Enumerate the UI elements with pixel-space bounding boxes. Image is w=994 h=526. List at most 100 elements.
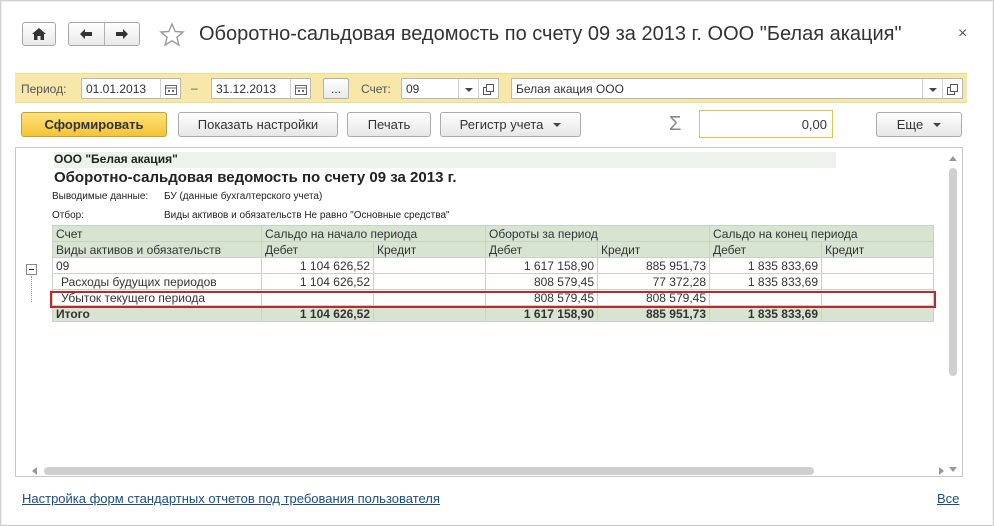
- table-row[interactable]: 09 1 104 626,52 1 617 158,90 885 951,73 …: [52, 257, 934, 274]
- opening-debit: 1 104 626,52: [261, 257, 374, 274]
- total-opening-credit: [373, 305, 486, 322]
- total-opening-debit: 1 104 626,52: [261, 305, 374, 322]
- header-credit: Кредит: [373, 241, 486, 258]
- open-icon[interactable]: [942, 79, 962, 98]
- date-to-field[interactable]: 31.12.2013: [211, 78, 311, 99]
- report-organization: ООО "Белая акация": [54, 152, 178, 166]
- row-name: 09: [52, 257, 262, 274]
- open-icon[interactable]: [478, 79, 498, 98]
- closing-credit: [821, 289, 934, 306]
- scroll-thumb[interactable]: [949, 168, 957, 376]
- filter-label: Отбор:: [52, 210, 84, 221]
- header-credit: Кредит: [821, 241, 934, 258]
- more-button[interactable]: Еще: [876, 112, 962, 137]
- print-button[interactable]: Печать: [347, 112, 431, 137]
- all-link[interactable]: Все: [937, 491, 959, 506]
- scroll-thumb[interactable]: [44, 467, 814, 475]
- vertical-scrollbar[interactable]: [948, 154, 958, 474]
- collapse-icon[interactable]: [26, 264, 37, 275]
- period-select-button[interactable]: ...: [323, 78, 349, 99]
- subheader-row: Виды активов и обязательств Дебет Кредит…: [52, 241, 934, 258]
- scroll-right-icon[interactable]: [939, 467, 944, 475]
- opening-credit: [373, 273, 486, 290]
- header-account: Счет: [52, 225, 262, 242]
- total-turnover-credit: 885 951,73: [597, 305, 710, 322]
- total-closing-credit: [821, 305, 934, 322]
- dropdown-arrow-icon[interactable]: [922, 79, 942, 98]
- period-bar: Период: 01.01.2013 – 31.12.2013 ... Счет…: [15, 73, 967, 103]
- star-icon[interactable]: [159, 22, 185, 48]
- closing-credit: [821, 273, 934, 290]
- total-name: Итого: [52, 305, 262, 322]
- window-header: Оборотно-сальдовая ведомость по счету 09…: [1, 1, 994, 65]
- period-label: Период:: [21, 82, 67, 96]
- scroll-up-icon[interactable]: [949, 156, 957, 161]
- period-dash: –: [191, 81, 198, 95]
- report-area[interactable]: ООО "Белая акация" Оборотно-сальдовая ве…: [15, 147, 963, 477]
- close-icon[interactable]: ×: [958, 25, 967, 43]
- register-button[interactable]: Регистр учета: [440, 112, 581, 137]
- turnover-debit: 808 579,45: [485, 289, 598, 306]
- dropdown-arrow-icon: [553, 122, 562, 127]
- more-label: Еще: [896, 117, 924, 132]
- report-window: Оборотно-сальдовая ведомость по счету 09…: [0, 0, 994, 526]
- closing-debit: 1 835 833,69: [709, 273, 822, 290]
- table-row[interactable]: Расходы будущих периодов 1 104 626,52 80…: [52, 273, 934, 290]
- total-turnover-debit: 1 617 158,90: [485, 305, 598, 322]
- calendar-icon[interactable]: [290, 79, 310, 98]
- history-nav: [68, 22, 140, 46]
- forward-button[interactable]: [105, 23, 140, 45]
- generate-button[interactable]: Сформировать: [21, 112, 167, 137]
- organization-value: Белая акация ООО: [516, 82, 624, 96]
- dropdown-arrow-icon[interactable]: [458, 79, 478, 98]
- calendar-icon[interactable]: [160, 79, 180, 98]
- organization-field[interactable]: Белая акация ООО: [511, 78, 963, 99]
- back-button[interactable]: [69, 23, 104, 45]
- arrow-right-icon: [115, 29, 128, 39]
- header-opening: Сальдо на начало периода: [261, 225, 486, 242]
- header-row: Счет Сальдо на начало периода Обороты за…: [52, 225, 934, 242]
- sum-field[interactable]: 0,00: [699, 110, 833, 138]
- sigma-icon: Σ: [669, 113, 682, 135]
- header-subaccount: Виды активов и обязательств: [52, 241, 262, 258]
- output-label: Выводимые данные:: [52, 191, 149, 202]
- register-label: Регистр учета: [459, 117, 544, 132]
- header-credit: Кредит: [597, 241, 710, 258]
- page-title: Оборотно-сальдовая ведомость по счету 09…: [199, 23, 902, 45]
- table-row[interactable]: Убыток текущего периода 808 579,45 808 5…: [52, 289, 934, 306]
- opening-credit: [373, 257, 486, 274]
- header-closing: Сальдо на конец периода: [709, 225, 934, 242]
- opening-debit: [261, 289, 374, 306]
- date-to-value: 31.12.2013: [216, 82, 277, 96]
- report-title: Оборотно-сальдовая ведомость по счету 09…: [54, 169, 457, 186]
- turnover-credit: 77 372,28: [597, 273, 710, 290]
- account-value: 09: [406, 82, 420, 96]
- header-debit: Дебет: [485, 241, 598, 258]
- total-row[interactable]: Итого 1 104 626,52 1 617 158,90 885 951,…: [52, 305, 934, 322]
- turnover-credit: 885 951,73: [597, 257, 710, 274]
- header-turnover: Обороты за период: [485, 225, 710, 242]
- header-debit: Дебет: [709, 241, 822, 258]
- output-value: БУ (данные бухгалтерского учета): [164, 191, 323, 202]
- turnover-debit: 808 579,45: [485, 273, 598, 290]
- home-icon: [32, 28, 46, 40]
- filter-value: Виды активов и обязательств Не равно "Ос…: [164, 210, 450, 221]
- closing-debit: [709, 289, 822, 306]
- date-from-field[interactable]: 01.01.2013: [81, 78, 181, 99]
- horizontal-scrollbar[interactable]: [32, 466, 944, 476]
- report-table: Счет Сальдо на начало периода Обороты за…: [52, 225, 934, 322]
- show-settings-button[interactable]: Показать настройки: [178, 112, 338, 137]
- settings-link[interactable]: Настройка форм стандартных отчетов под т…: [22, 491, 440, 506]
- home-button[interactable]: [22, 22, 56, 46]
- scroll-left-icon[interactable]: [32, 467, 37, 475]
- date-from-value: 01.01.2013: [86, 82, 147, 96]
- account-label: Счет:: [361, 82, 391, 96]
- row-name: Убыток текущего периода: [52, 289, 262, 306]
- total-closing-debit: 1 835 833,69: [709, 305, 822, 322]
- tree-line: [31, 276, 32, 302]
- account-field[interactable]: 09: [401, 78, 499, 99]
- scroll-down-icon[interactable]: [949, 467, 957, 472]
- header-debit: Дебет: [261, 241, 374, 258]
- opening-credit: [373, 289, 486, 306]
- dropdown-arrow-icon: [933, 122, 942, 127]
